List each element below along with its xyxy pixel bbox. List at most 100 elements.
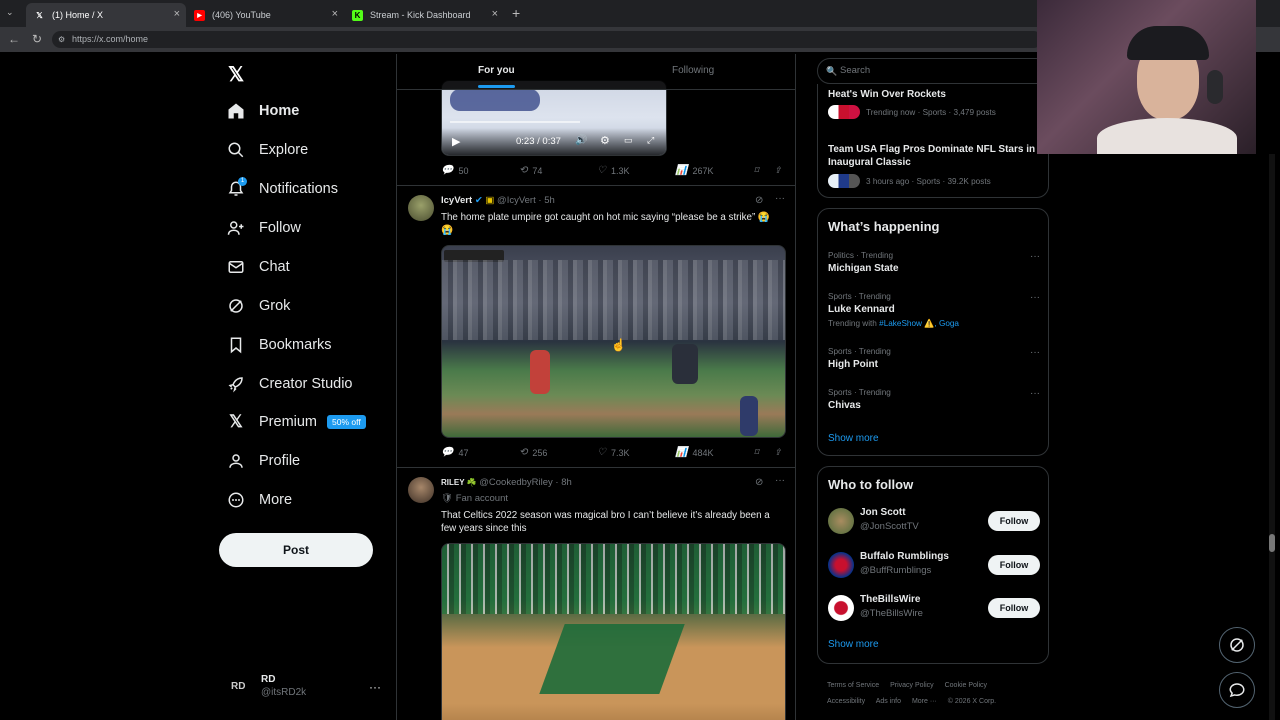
bookmark-icon [227,336,245,354]
reload-icon[interactable]: ↻ [32,32,42,46]
more-dots-icon[interactable]: ··· [1030,292,1040,303]
timeline: For you Following ▶ 0:23 / 0:37 🔊 ⚙ ▭ ⤢ … [396,54,796,720]
bookmark-button[interactable]: ⌑ [754,447,759,458]
bookmark-button[interactable]: ⌑ [754,165,759,176]
tab-following[interactable]: Following [672,65,714,76]
more-dots-icon[interactable]: ··· [1030,347,1040,358]
footer-link[interactable]: Cookie Policy [945,682,987,689]
reply-button[interactable]: 💬 50 [441,165,468,176]
like-button[interactable]: ♡ 7.3K [597,447,629,458]
follow-button[interactable]: Follow [988,511,1040,531]
like-button[interactable]: ♡ 1.3K [597,165,629,176]
trend-item[interactable]: Sports · Trending Chivas ··· [828,388,1040,411]
show-more-link[interactable]: Show more [828,639,879,650]
volume-icon[interactable]: 🔊 [575,135,587,146]
close-tab-icon[interactable]: × [174,8,180,20]
account-switcher[interactable]: RD RD @itsRD2k ··· [231,674,391,708]
nav-chat[interactable]: Chat [227,256,290,278]
close-tab-icon[interactable]: × [492,8,498,20]
post-button[interactable]: Post [219,533,373,567]
follow-suggestion[interactable]: Jon Scott @JonScottTV Follow [828,505,1040,537]
footer-link[interactable]: More ··· [912,698,937,705]
browser-tab-youtube[interactable]: ▶ (406) YouTube × [186,3,344,27]
url-field[interactable]: ⚙ https://x.com/home [52,31,1042,48]
nav-grok[interactable]: Grok [227,295,290,317]
video-frame-object [450,89,540,111]
avatar[interactable] [408,477,434,503]
nav-profile[interactable]: Profile [227,450,300,472]
settings-icon[interactable]: ⚙ [600,134,610,147]
tweet-time[interactable]: 8h [561,477,572,488]
browser-tab-x[interactable]: 𝕏 (1) Home / X × [26,3,186,27]
site-info-icon[interactable]: ⚙ [58,31,65,48]
tweet-time[interactable]: 5h [544,195,555,206]
author-name[interactable]: RILEY ☘️ [441,478,477,487]
person-plus-icon [227,219,245,237]
grok-icon[interactable]: ⊘ [755,195,763,206]
pip-icon[interactable]: ▭ [624,135,633,146]
repost-button[interactable]: ⟲ 74 [519,165,542,176]
nav-follow[interactable]: Follow [227,217,301,239]
footer-link[interactable]: Terms of Service [827,682,879,689]
nav-more[interactable]: More [227,489,292,511]
news-item[interactable]: Heat's Win Over Rockets Trending now · S… [828,86,1040,119]
trend-item[interactable]: Sports · Trending Luke Kennard Trending … [828,292,1040,329]
footer-link[interactable]: Ads info [876,698,901,705]
trend-item[interactable]: Sports · Trending High Point ··· [828,347,1040,370]
more-dots-icon[interactable]: ··· [1030,388,1040,399]
video-progress-bar[interactable] [450,121,580,123]
back-icon[interactable]: ← [8,32,20,46]
close-tab-icon[interactable]: × [332,8,338,20]
follow-suggestion[interactable]: TheBillsWire @TheBillsWire Follow [828,592,1040,624]
tab-list-chevron-icon[interactable]: ⌄ [6,7,14,18]
follow-button[interactable]: Follow [988,555,1040,575]
show-more-link[interactable]: Show more [828,433,879,444]
news-item[interactable]: Team USA Flag Pros Dominate NFL Stars in… [828,140,1040,188]
page-scrollbar[interactable] [1269,154,1275,720]
footer-link[interactable]: Accessibility [827,698,865,705]
follow-suggestion[interactable]: Buffalo Rumblings @BuffRumblings Follow [828,549,1040,581]
new-tab-icon[interactable]: + [512,5,520,21]
video-player[interactable] [441,543,786,720]
fullscreen-icon[interactable]: ⤢ [647,135,654,146]
tweet-header: IcyVert ✔ ▣ @IcyVert · 5h [441,195,555,206]
nav-label: Home [259,103,300,119]
trend-item[interactable]: Politics · Trending Michigan State ··· [828,251,1040,274]
tab-for-you[interactable]: For you [478,65,515,88]
share-button[interactable]: ⇪ [774,447,782,458]
scrollbar-thumb[interactable] [1269,534,1275,552]
nav-premium[interactable]: 𝕏 Premium 50% off [227,411,366,433]
share-button[interactable]: ⇪ [774,165,782,176]
author-handle[interactable]: @IcyVert [497,195,536,206]
nav-home[interactable]: Home [227,100,299,122]
reply-icon: 💬 [441,165,454,176]
more-dots-icon[interactable]: ··· [775,475,785,486]
avatar[interactable] [408,195,434,221]
more-dots-icon[interactable]: ··· [775,193,785,204]
views-button[interactable]: 📊 267K [675,165,713,176]
follow-button[interactable]: Follow [988,598,1040,618]
more-circle-icon [227,491,245,509]
trend-hashtags[interactable]: #LakeShow ⚠️, Goga [879,319,959,328]
reply-button[interactable]: 💬 47 [441,447,468,458]
grok-float-button[interactable] [1219,627,1255,663]
fan-account-label: 🛡 Fan account [441,493,508,504]
nav-bookmarks[interactable]: Bookmarks [227,334,332,356]
notification-badge: 1 [238,177,247,186]
author-name[interactable]: IcyVert [441,195,472,206]
browser-tab-kick[interactable]: K Stream - Kick Dashboard × [344,3,504,27]
nav-explore[interactable]: Explore [227,139,308,161]
nav-creator-studio[interactable]: Creator Studio [227,373,353,395]
footer-link[interactable]: Privacy Policy [890,682,934,689]
search-input[interactable]: 🔍 Search [817,58,1049,84]
grok-icon[interactable]: ⊘ [755,477,763,488]
more-dots-icon[interactable]: ··· [1030,251,1040,262]
views-button[interactable]: 📊 484K [675,447,713,458]
chat-float-button[interactable] [1219,672,1255,708]
video-player[interactable]: ▶ 0:23 / 0:37 🔊 ⚙ ▭ ⤢ [441,80,667,156]
play-icon[interactable]: ▶ [452,135,460,148]
author-handle[interactable]: @CookedbyRiley [479,477,553,488]
nav-notifications[interactable]: 1 Notifications [227,177,338,200]
x-logo-icon[interactable]: 𝕏 [228,62,244,87]
repost-button[interactable]: ⟲ 256 [519,447,547,458]
